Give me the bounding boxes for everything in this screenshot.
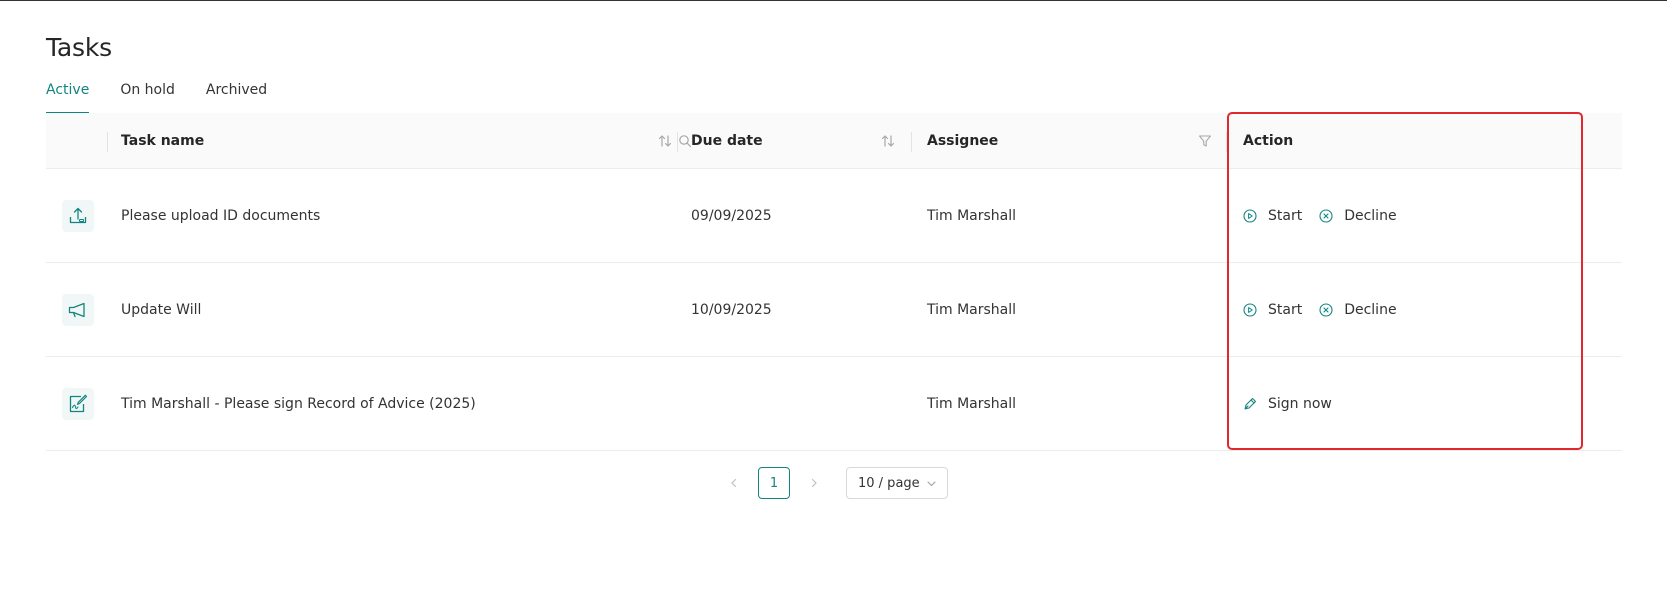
table-row: Please upload ID documents 09/09/2025 Ti…: [46, 169, 1622, 263]
sign-document-icon: [62, 388, 94, 420]
task-name[interactable]: Update Will: [121, 263, 201, 357]
sort-icon[interactable]: [881, 134, 895, 148]
column-header-action: Action: [1243, 133, 1294, 149]
row-actions: Start Decline: [1243, 169, 1414, 263]
play-circle-icon: [1243, 303, 1257, 317]
search-icon[interactable]: [678, 134, 692, 148]
assignee: Tim Marshall: [927, 302, 1017, 318]
task-name[interactable]: Tim Marshall - Please sign Record of Adv…: [121, 357, 476, 451]
tab-on-hold[interactable]: On hold: [120, 80, 175, 114]
next-page-button[interactable]: [804, 473, 824, 493]
column-header-due-date: Due date: [691, 133, 763, 149]
pen-icon: [1243, 397, 1257, 411]
decline-button[interactable]: Decline: [1319, 208, 1397, 224]
tab-archived[interactable]: Archived: [206, 80, 267, 114]
sign-now-button[interactable]: Sign now: [1243, 396, 1332, 412]
previous-page-button[interactable]: [724, 473, 744, 493]
start-button[interactable]: Start: [1243, 302, 1302, 318]
task-name[interactable]: Please upload ID documents: [121, 169, 320, 263]
due-date: 09/09/2025: [691, 208, 772, 224]
close-circle-icon: [1319, 303, 1333, 317]
close-circle-icon: [1319, 209, 1333, 223]
tab-active[interactable]: Active: [46, 80, 90, 114]
column-header-assignee: Assignee: [927, 133, 999, 149]
column-header-task-name: Task name: [121, 133, 205, 149]
table-row: Tim Marshall - Please sign Record of Adv…: [46, 357, 1622, 451]
start-button[interactable]: Start: [1243, 208, 1302, 224]
page-title: Tasks: [46, 33, 112, 62]
column-separator: [1226, 132, 1227, 152]
table-header: Task name Due date Assignee Action: [46, 113, 1622, 169]
assignee: Tim Marshall: [927, 396, 1017, 412]
sort-icon[interactable]: [658, 134, 672, 148]
table-row: Update Will 10/09/2025 Tim Marshall Star…: [46, 263, 1622, 357]
page-size-value: 10 / page: [858, 475, 920, 491]
play-circle-icon: [1243, 209, 1257, 223]
page-number-button[interactable]: 1: [758, 467, 790, 499]
page-size-select[interactable]: 10 / page: [846, 467, 948, 499]
chevron-down-icon: [926, 478, 937, 489]
chevron-left-icon: [731, 478, 737, 488]
column-separator: [677, 132, 678, 152]
megaphone-icon: [62, 294, 94, 326]
assignee: Tim Marshall: [927, 208, 1017, 224]
filter-icon[interactable]: [1198, 134, 1212, 148]
task-tabs: Active On hold Archived: [46, 80, 298, 114]
tasks-table: Task name Due date Assignee Action Pleas…: [46, 113, 1622, 451]
upload-icon: [62, 200, 94, 232]
column-separator: [911, 132, 912, 152]
decline-button[interactable]: Decline: [1319, 302, 1397, 318]
column-separator: [107, 132, 108, 152]
pagination: 1 10 / page: [46, 467, 1622, 499]
row-actions: Start Decline: [1243, 263, 1414, 357]
tasks-page: Tasks Active On hold Archived Task name …: [46, 0, 1622, 612]
row-actions: Sign now: [1243, 357, 1349, 451]
chevron-right-icon: [811, 478, 817, 488]
due-date: 10/09/2025: [691, 302, 772, 318]
